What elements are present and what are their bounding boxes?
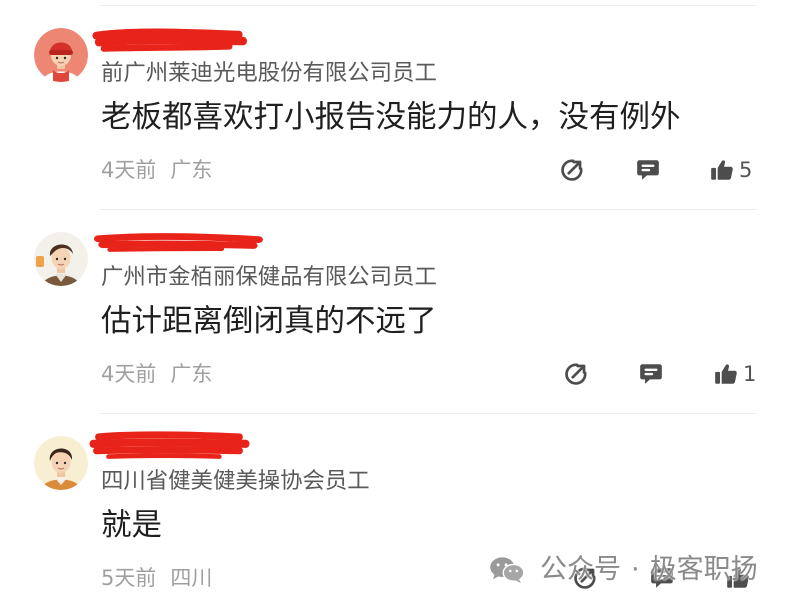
author-company: 广州市金栢丽保健品有限公司员工 — [101, 264, 437, 290]
redaction-mark — [88, 430, 250, 460]
author-company: 前广州莱迪光电股份有限公司员工 — [101, 60, 437, 86]
comment-meta: 4天前 广东 — [101, 157, 212, 183]
comment-location: 广东 — [170, 362, 213, 386]
avatar[interactable] — [34, 436, 88, 490]
comment-location: 四川 — [170, 566, 213, 590]
avatar[interactable] — [34, 232, 88, 286]
like-count: 5 — [739, 158, 753, 182]
comment-text: 就是 — [101, 508, 162, 543]
comment-icon — [638, 361, 664, 387]
like-button[interactable]: 1 — [713, 361, 756, 387]
comment-icon — [635, 157, 661, 183]
comment-item: 前广州莱迪光电股份有限公司员工 老板都喜欢打小报告没能力的人，没有例外 4天前广… — [0, 0, 797, 210]
redaction-mark — [92, 27, 247, 55]
share-button[interactable] — [559, 157, 585, 183]
thumbs-up-icon — [713, 361, 739, 387]
comment-location: 广东 — [170, 158, 213, 182]
wechat-icon — [488, 556, 526, 584]
comment-text: 估计距离倒闭真的不远了 — [101, 304, 437, 339]
comment-time: 4天前 — [101, 158, 157, 182]
like-count: 1 — [743, 362, 757, 386]
watermark-separator: · — [631, 554, 640, 585]
share-button[interactable] — [563, 361, 589, 387]
comment-time: 4天前 — [101, 362, 157, 386]
comment-item: 广州市金栢丽保健品有限公司员工 估计距离倒闭真的不远了 4天前 广东 1 — [0, 204, 797, 414]
watermark-label: 公众号 — [540, 554, 621, 585]
comment-time: 5天前 — [101, 566, 157, 590]
comment-meta: 5天前 四川 — [101, 565, 212, 591]
watermark: 公众号 · 极客职扬 — [488, 552, 758, 588]
like-button[interactable]: 5 — [709, 157, 752, 183]
reply-button[interactable] — [635, 157, 661, 183]
share-icon — [563, 361, 589, 387]
avatar[interactable] — [34, 28, 88, 82]
redaction-mark — [94, 232, 264, 254]
comment-meta: 4天前 广东 — [101, 361, 212, 387]
watermark-account: 极客职扬 — [649, 554, 758, 585]
comment-text: 老板都喜欢打小报告没能力的人，没有例外 — [101, 100, 681, 135]
share-icon — [559, 157, 585, 183]
reply-button[interactable] — [638, 361, 664, 387]
author-company: 四川省健美健美操协会员工 — [101, 468, 370, 494]
thumbs-up-icon — [709, 157, 735, 183]
